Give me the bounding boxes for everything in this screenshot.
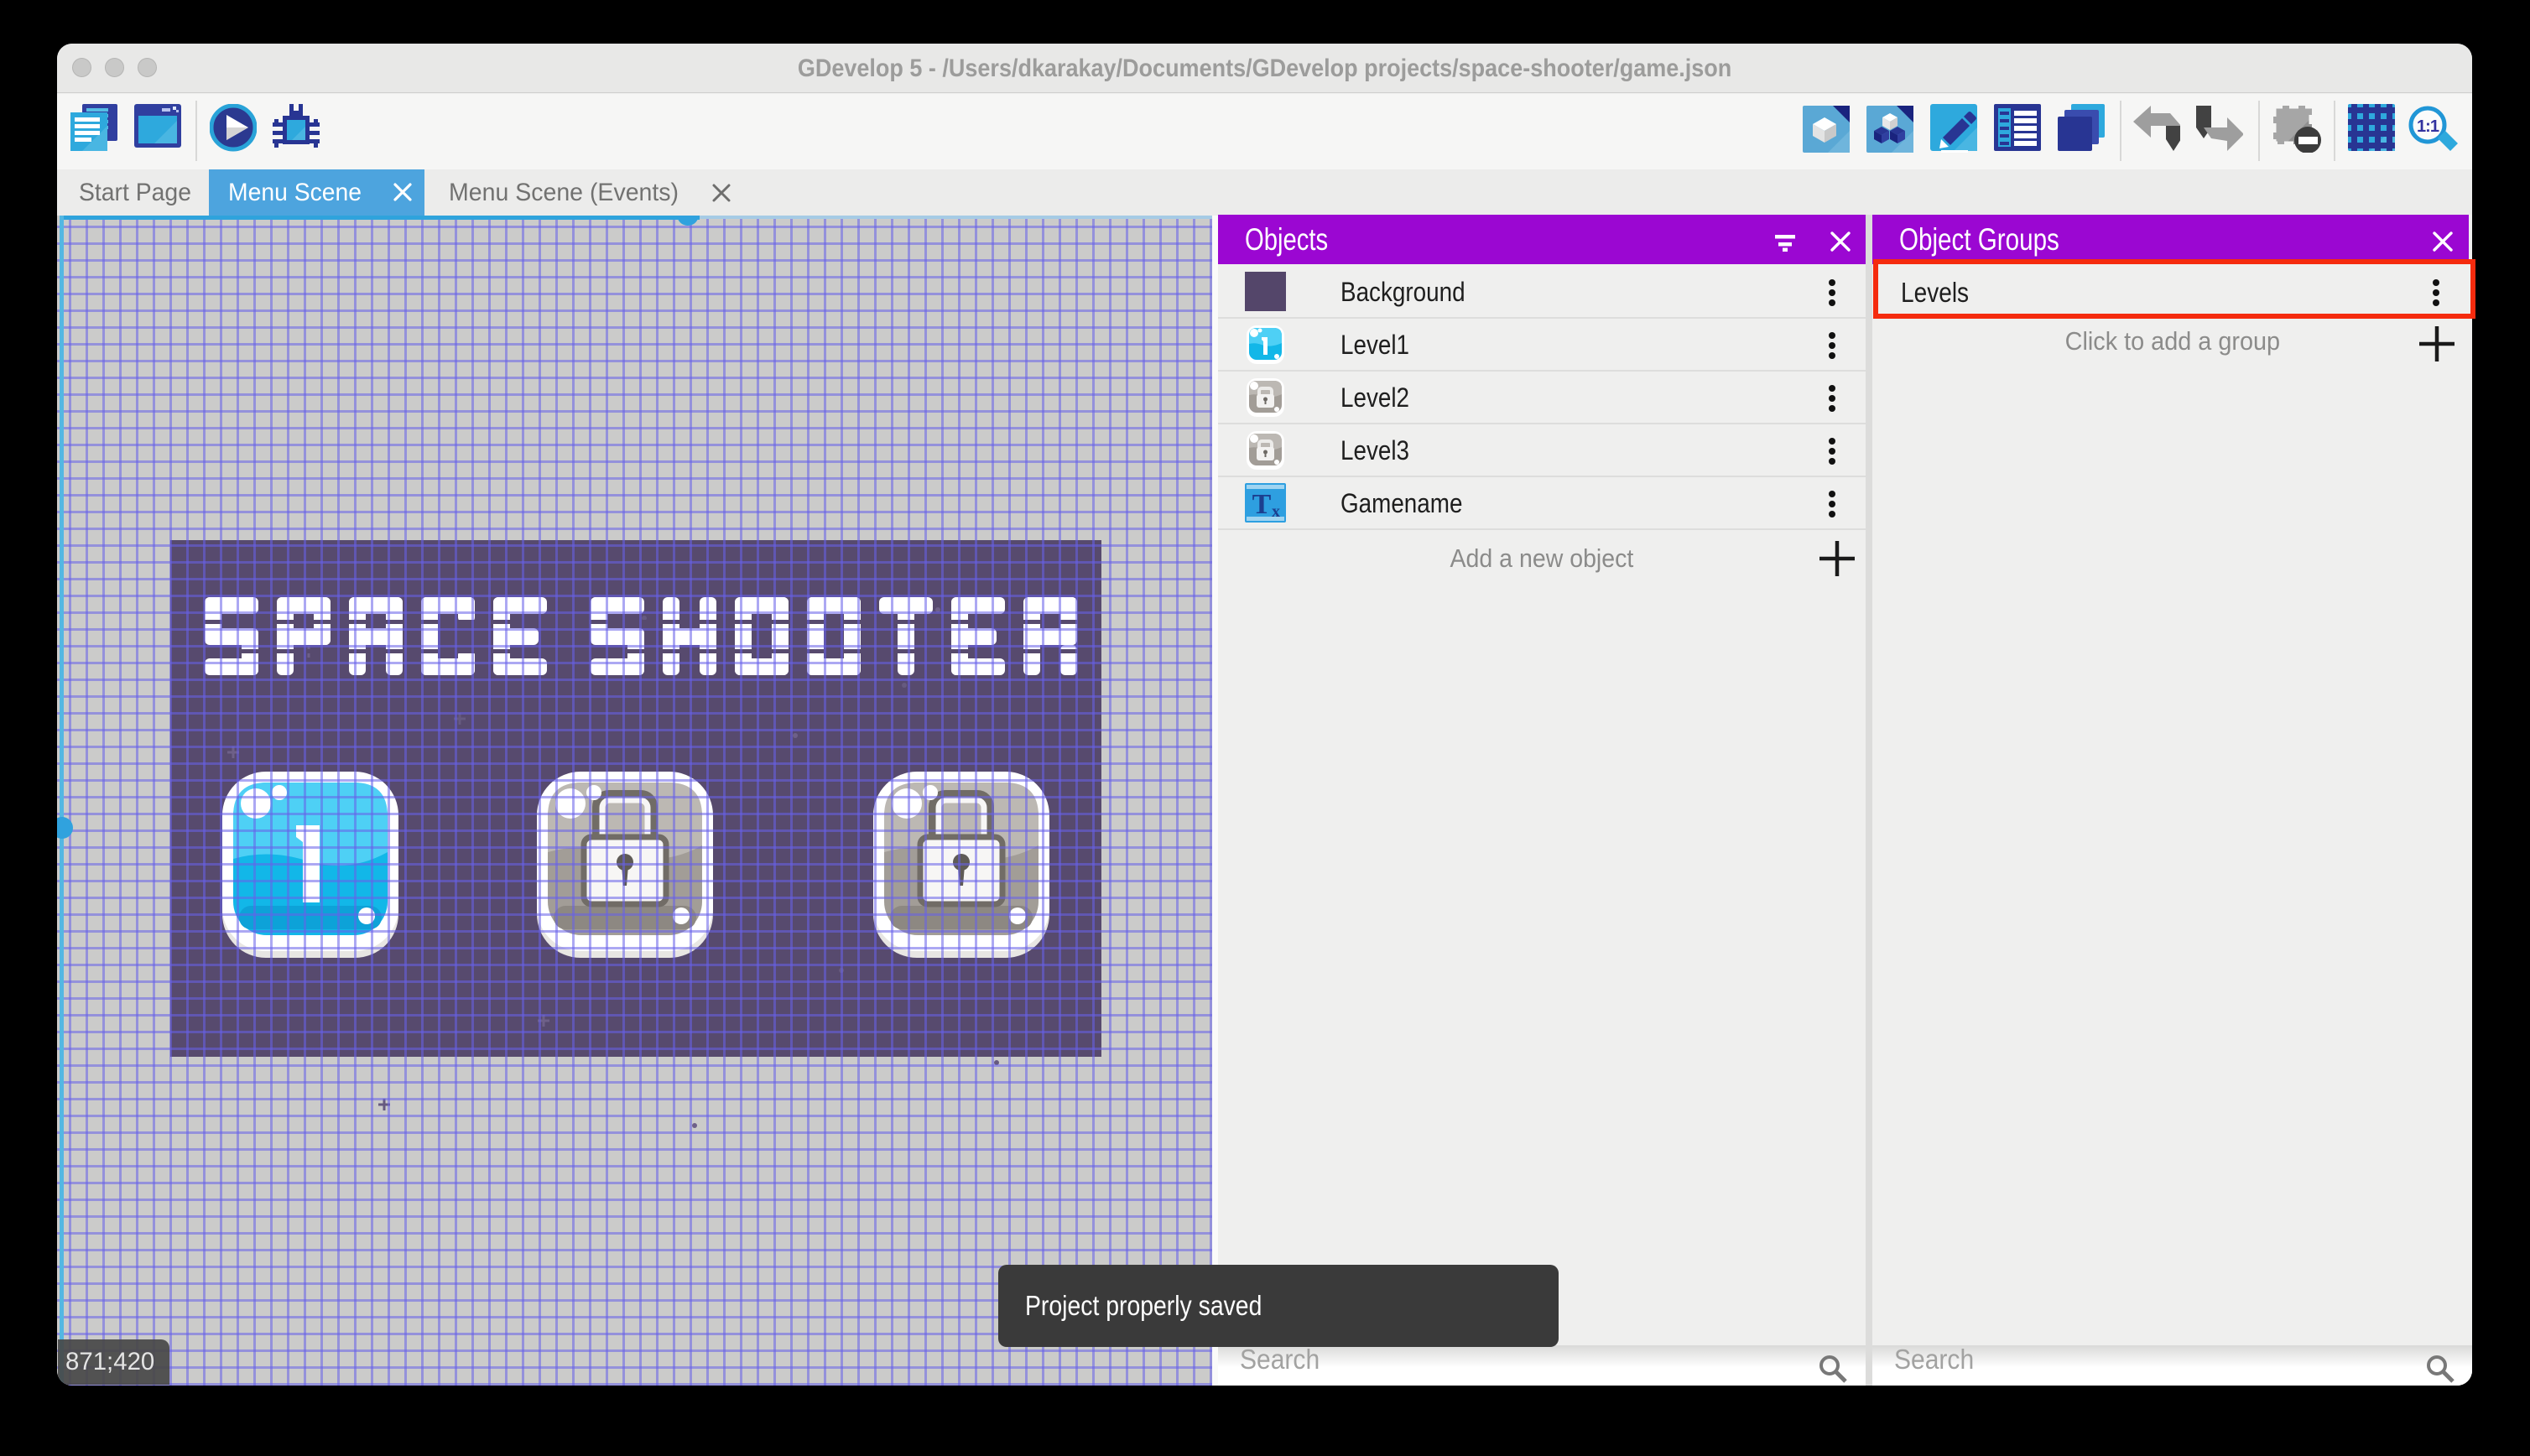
svg-text:T: T bbox=[1252, 489, 1272, 520]
svg-text:x: x bbox=[1272, 502, 1280, 521]
svg-text:1:1: 1:1 bbox=[2417, 117, 2439, 136]
